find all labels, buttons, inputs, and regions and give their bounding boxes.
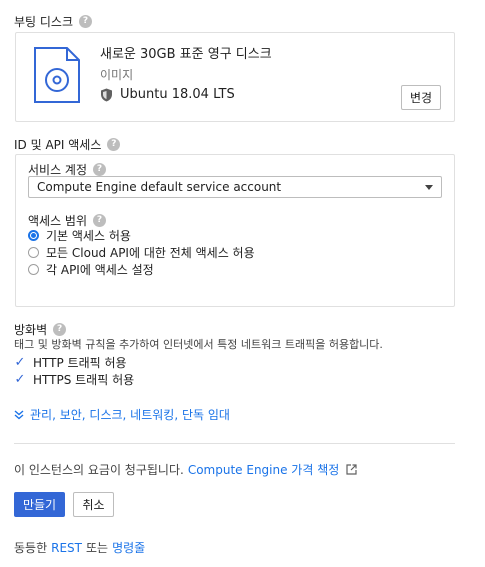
radio-unselected[interactable]	[28, 264, 39, 275]
scope-label: 각 API에 액세스 설정	[46, 263, 154, 277]
disk-icon	[34, 47, 80, 103]
pricing-link[interactable]: Compute Engine 가격 책정	[188, 461, 339, 478]
billing-notice: 이 인스턴스의 요금이 청구됩니다. Compute Engine 가격 책정	[14, 461, 357, 478]
open-in-new-icon[interactable]	[346, 464, 357, 475]
https-label: HTTPS 트래픽 허용	[33, 373, 135, 387]
image-label: 이미지	[100, 68, 134, 82]
os-row: Ubuntu 18.04 LTS	[100, 87, 235, 102]
dropdown-arrow-icon	[425, 185, 433, 190]
http-checkbox-row[interactable]: ✓ HTTP 트래픽 허용	[14, 354, 127, 371]
help-icon[interactable]: ?	[53, 323, 67, 336]
boot-disk-title: 부팅 디스크	[14, 15, 74, 29]
radio-selected[interactable]	[28, 230, 39, 241]
http-label: HTTP 트래픽 허용	[33, 356, 127, 370]
identity-section-title: ID 및 API 액세스 ?	[14, 136, 121, 153]
rest-link[interactable]: REST	[51, 541, 82, 555]
service-account-select[interactable]: Compute Engine default service account	[28, 176, 442, 198]
radio-unselected[interactable]	[28, 247, 39, 258]
scope-label: 기본 액세스 허용	[46, 229, 131, 243]
help-icon[interactable]: ?	[107, 138, 121, 151]
scope-label: 모든 Cloud API에 대한 전체 액세스 허용	[46, 246, 255, 260]
identity-card: 서비스 계정 ? Compute Engine default service …	[15, 154, 455, 307]
help-icon[interactable]: ?	[93, 214, 107, 227]
cancel-button[interactable]: 취소	[73, 492, 114, 517]
command-line-link[interactable]: 명령줄	[112, 539, 145, 556]
disk-title: 새로운 30GB 표준 영구 디스크	[100, 47, 272, 62]
firewall-description: 태그 및 방화벽 규칙을 추가하여 인터넷에서 특정 네트워크 트래픽을 허용합…	[14, 338, 383, 351]
divider	[14, 443, 455, 444]
help-icon[interactable]: ?	[93, 163, 107, 176]
scope-option-default[interactable]: 기본 액세스 허용	[28, 227, 131, 244]
identity-title: ID 및 API 액세스	[14, 138, 102, 152]
footer-middle: 또는	[86, 541, 109, 555]
scope-option-custom[interactable]: 각 API에 액세스 설정	[28, 261, 154, 278]
advanced-options-link[interactable]: 관리, 보안, 디스크, 네트워킹, 단독 임대	[14, 406, 230, 423]
shield-icon	[101, 88, 112, 101]
help-icon[interactable]: ?	[79, 15, 93, 28]
advanced-options-label: 관리, 보안, 디스크, 네트워킹, 단독 임대	[30, 408, 230, 422]
equivalent-footer: 동등한 REST 또는 명령줄	[14, 539, 145, 556]
checkbox-checked-icon[interactable]: ✓	[14, 372, 26, 387]
double-chevron-down-icon	[14, 409, 24, 419]
boot-disk-section-title: 부팅 디스크 ?	[14, 13, 93, 30]
billing-text: 이 인스턴스의 요금이 청구됩니다.	[14, 463, 184, 477]
boot-disk-card: 새로운 30GB 표준 영구 디스크 이미지 Ubuntu 18.04 LTS …	[15, 32, 455, 122]
footer-prefix: 동등한	[14, 541, 48, 555]
https-checkbox-row[interactable]: ✓ HTTPS 트래픽 허용	[14, 371, 135, 388]
create-button[interactable]: 만들기	[14, 492, 65, 517]
os-name: Ubuntu 18.04 LTS	[120, 87, 235, 102]
change-button[interactable]: 변경	[401, 85, 441, 110]
scope-option-full[interactable]: 모든 Cloud API에 대한 전체 액세스 허용	[28, 244, 255, 261]
checkbox-checked-icon[interactable]: ✓	[14, 355, 26, 370]
service-account-value: Compute Engine default service account	[37, 180, 282, 194]
